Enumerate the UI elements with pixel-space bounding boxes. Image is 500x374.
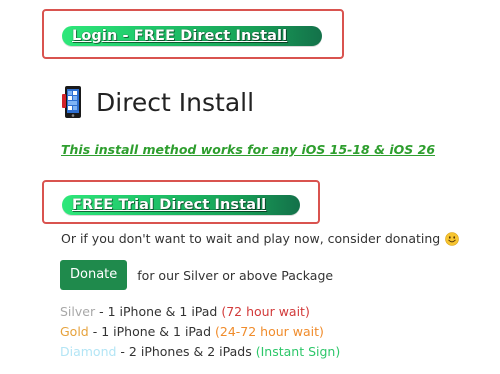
phone-icon: [62, 86, 82, 118]
tier-name: Gold: [60, 324, 89, 339]
free-trial-direct-install-button[interactable]: FREE Trial Direct Install: [62, 195, 300, 215]
tier-gold: Gold - 1 iPhone & 1 iPad (24-72 hour wai…: [60, 324, 324, 339]
tier-wait: (72 hour wait): [221, 304, 310, 319]
tier-wait: (Instant Sign): [255, 344, 341, 359]
tier-wait: (24-72 hour wait): [214, 324, 324, 339]
page-title: Direct Install: [96, 87, 255, 117]
tier-separator: -: [116, 344, 129, 359]
tier-silver: Silver - 1 iPhone & 1 iPad (72 hour wait…: [60, 304, 310, 319]
smiley-icon: [445, 231, 460, 246]
page-heading: Direct Install: [62, 82, 254, 122]
tier-name: Silver: [60, 304, 96, 319]
tier-desc: 2 iPhones & 2 iPads: [128, 344, 256, 359]
login-free-direct-install-button[interactable]: Login - FREE Direct Install: [62, 26, 322, 46]
tier-desc: 1 iPhone & 1 iPad: [107, 304, 222, 319]
donate-package-text: for our Silver or above Package: [137, 267, 334, 283]
tier-diamond: Diamond - 2 iPhones & 2 iPads (Instant S…: [60, 344, 340, 359]
compatibility-note: This install method works for any iOS 15…: [61, 142, 436, 157]
donate-prompt-text: Or if you don't want to wait and play no…: [61, 231, 441, 246]
page: Login - FREE Direct Install Direct Insta…: [0, 0, 500, 374]
donate-button[interactable]: Donate: [60, 260, 128, 290]
tier-separator: -: [95, 304, 108, 319]
donate-prompt: Or if you don't want to wait and play no…: [61, 231, 460, 246]
tier-name: Diamond: [60, 344, 117, 359]
tier-desc: 1 iPhone & 1 iPad: [101, 324, 215, 339]
login-button-label: Login - FREE Direct Install: [72, 28, 288, 44]
trial-button-label: FREE Trial Direct Install: [72, 197, 267, 213]
donate-row: Donate for our Silver or above Package: [60, 260, 333, 290]
tier-separator: -: [88, 324, 102, 339]
